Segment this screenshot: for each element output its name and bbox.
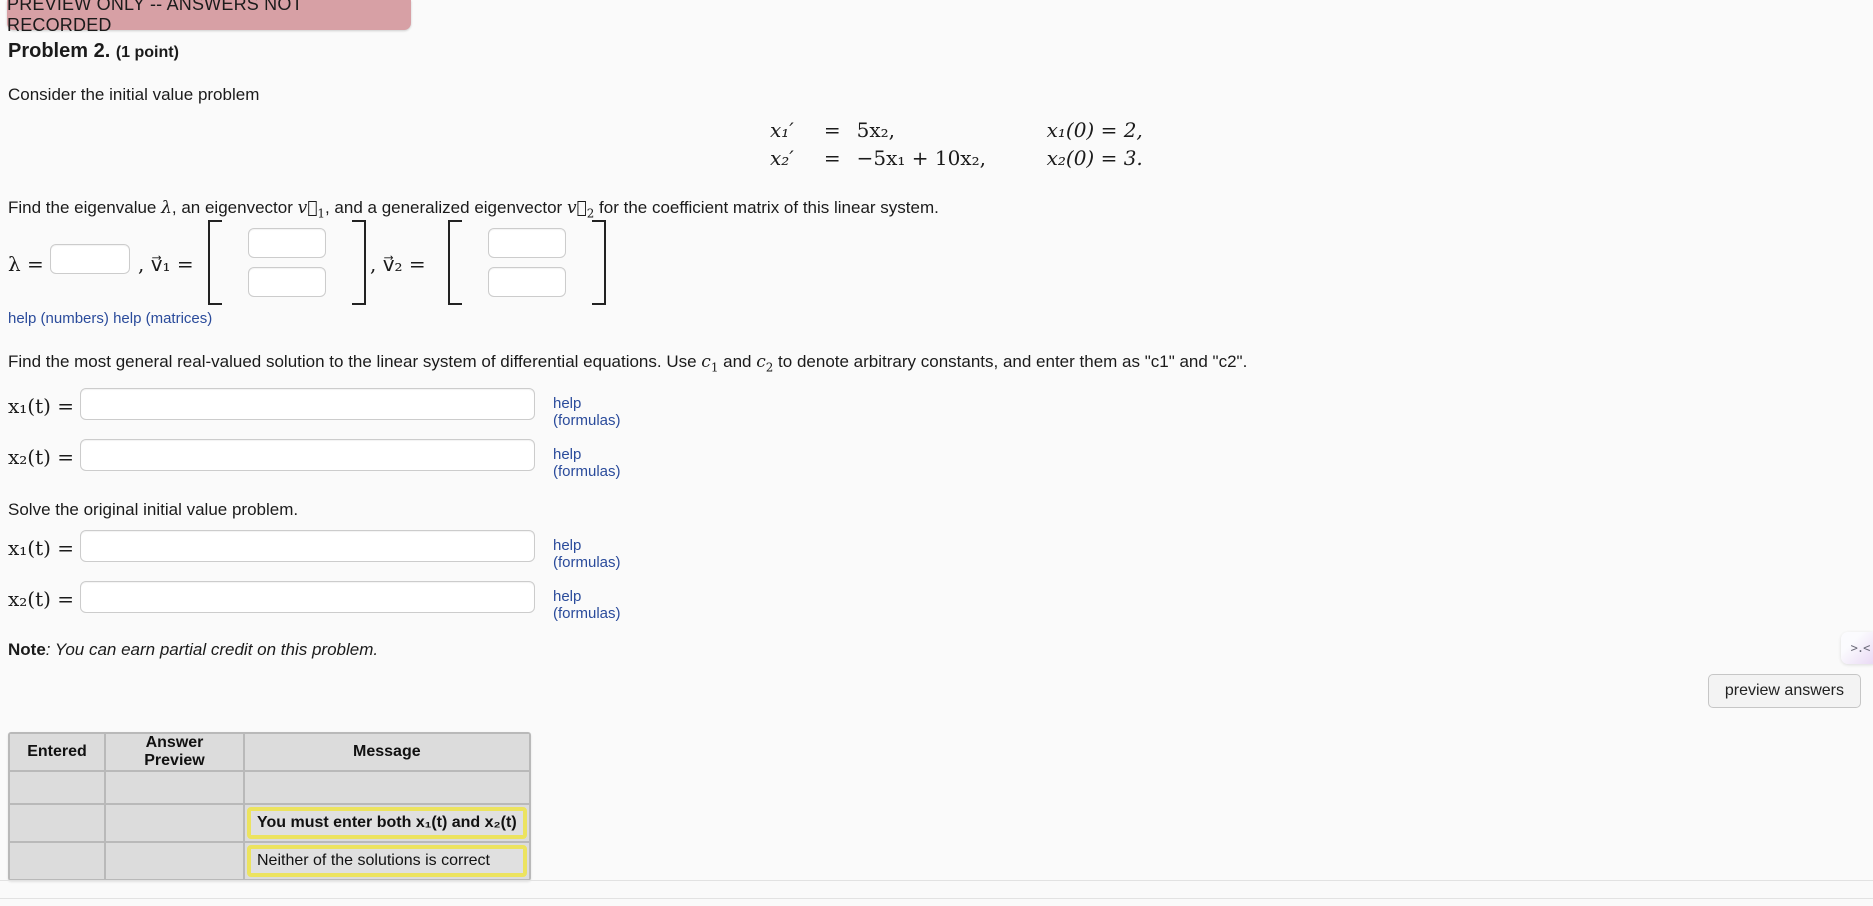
v2-component-2-input[interactable]: [488, 267, 566, 297]
cell-message: Neither of the solutions is correct: [244, 842, 530, 880]
note-text: : You can earn partial credit on this pr…: [45, 640, 379, 659]
find-eigen-text-3: , and a generalized eigenvector: [324, 198, 567, 217]
cell-answer-preview: [105, 771, 244, 804]
preview-answers-button[interactable]: preview answers: [1707, 674, 1861, 708]
problem-title-text: Problem 2.: [8, 40, 111, 62]
equation-equals: =: [823, 118, 841, 142]
preview-only-banner: PREVIEW ONLY -- ANSWERS NOT RECORDED: [7, 0, 411, 35]
ivp-x2-input[interactable]: [80, 581, 535, 613]
page-title: Problem 2. (1 point): [8, 40, 179, 63]
cell-entered: [9, 771, 105, 804]
answer-results-table: Entered Answer Preview Message You must …: [8, 732, 531, 881]
table-row: You must enter both x₁(t) and x₂(t): [9, 804, 530, 842]
right-bracket-icon: [352, 220, 366, 305]
column-header-message: Message: [244, 733, 530, 771]
partial-credit-note: Note: You can earn partial credit on thi…: [8, 640, 378, 660]
v1-matrix: [208, 220, 366, 305]
ivp-x1-label: x₁(t) =: [8, 536, 75, 560]
problem-points: (1 point): [115, 44, 179, 61]
v1-symbol: v⃗1: [297, 198, 325, 221]
help-formulas-link[interactable]: help (formulas): [553, 446, 621, 480]
equation-initial-condition: x₁(0) = 2,: [1046, 118, 1143, 142]
cell-entered: [9, 842, 105, 880]
table-header-row: Entered Answer Preview Message: [9, 733, 530, 771]
lambda-label: λ =: [8, 252, 44, 276]
cell-entered: [9, 804, 105, 842]
equation-row: x₂′ = −5x₁ + 10x₂, x₂(0) = 3.: [770, 144, 1143, 172]
find-eigenvalue-paragraph: Find the eigenvalue λ, an eigenvector v⃗…: [8, 198, 939, 220]
left-bracket-icon: [448, 220, 462, 305]
ivp-x2-label: x₂(t) =: [8, 587, 75, 611]
message-badge: You must enter both x₁(t) and x₂(t): [247, 807, 527, 839]
equation-lhs: x₂′: [770, 146, 794, 170]
message-badge: Neither of the solutions is correct: [247, 845, 527, 877]
v2-matrix: [448, 220, 606, 305]
table-row: [9, 771, 530, 804]
consider-paragraph: Consider the initial value problem: [8, 85, 260, 104]
right-bracket-icon: [592, 220, 606, 305]
v1-label: , v⃗₁ =: [138, 252, 194, 276]
v2-label: , v⃗₂ =: [370, 252, 426, 276]
system-of-equations: x₁′ = 5x₂, x₁(0) = 2, x₂′ = −5x₁ + 10x₂,…: [770, 116, 1143, 172]
kaomoji-icon[interactable]: >.<: [1841, 632, 1873, 664]
general-x2-input[interactable]: [80, 439, 535, 471]
cell-answer-preview: [105, 804, 244, 842]
help-formulas-link[interactable]: help (formulas): [553, 537, 621, 571]
equation-initial-condition: x₂(0) = 3.: [1046, 146, 1143, 170]
general-x2-label: x₂(t) =: [8, 445, 75, 469]
equation-lhs: x₁′: [770, 118, 794, 142]
general-text-3: to denote arbitrary constants, and enter…: [773, 352, 1248, 371]
general-solution-paragraph: Find the most general real-valued soluti…: [8, 352, 1247, 374]
general-x1-input[interactable]: [80, 388, 535, 420]
general-text-2: and: [718, 352, 757, 371]
v1-component-2-input[interactable]: [248, 267, 326, 297]
eigen-help-links: help (numbers) help (matrices): [8, 310, 212, 327]
v1-component-1-input[interactable]: [248, 228, 326, 258]
v2-symbol: v⃗2: [566, 198, 595, 221]
ivp-x1-input[interactable]: [80, 530, 535, 562]
problem-page: PREVIEW ONLY -- ANSWERS NOT RECORDED Pro…: [0, 0, 1873, 906]
left-bracket-icon: [208, 220, 222, 305]
equation-rhs: 5x₂,: [856, 118, 895, 142]
help-formulas-link[interactable]: help (formulas): [553, 395, 621, 429]
equation-row: x₁′ = 5x₂, x₁(0) = 2,: [770, 116, 1143, 144]
table-row: Neither of the solutions is correct: [9, 842, 530, 880]
find-eigen-text-2: , an eigenvector: [171, 198, 298, 217]
equation-rhs: −5x₁ + 10x₂,: [856, 146, 986, 170]
help-matrices-link[interactable]: help (matrices): [113, 310, 212, 327]
solve-ivp-paragraph: Solve the original initial value problem…: [8, 500, 299, 519]
general-text-1: Find the most general real-valued soluti…: [8, 352, 702, 371]
cell-message: You must enter both x₁(t) and x₂(t): [244, 804, 530, 842]
column-header-entered: Entered: [9, 733, 105, 771]
column-header-answer-preview: Answer Preview: [105, 733, 244, 771]
find-eigen-text-4: for the coefficient matrix of this linea…: [594, 198, 939, 217]
cell-answer-preview: [105, 842, 244, 880]
general-x1-label: x₁(t) =: [8, 394, 75, 418]
lambda-symbol: λ: [161, 198, 172, 218]
help-numbers-link[interactable]: help (numbers): [8, 310, 109, 327]
v2-component-1-input[interactable]: [488, 228, 566, 258]
lambda-input[interactable]: [50, 244, 130, 274]
c1-symbol: c1: [701, 352, 719, 375]
c2-symbol: c2: [756, 352, 774, 375]
cell-message: [244, 771, 530, 804]
note-label: Note: [8, 640, 46, 659]
bottom-divider-2: [0, 898, 1873, 899]
find-eigen-text-1: Find the eigenvalue: [8, 198, 162, 217]
equation-equals: =: [823, 146, 841, 170]
bottom-divider-1: [0, 880, 1873, 881]
help-formulas-link[interactable]: help (formulas): [553, 588, 621, 622]
